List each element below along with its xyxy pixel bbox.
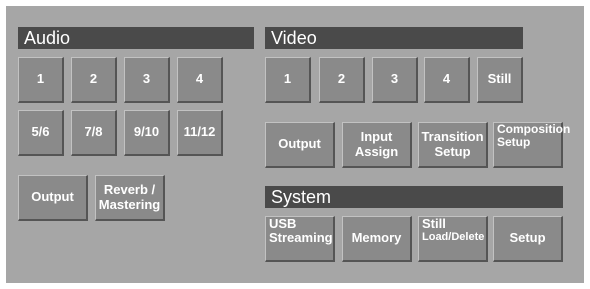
system-title: System <box>271 187 332 207</box>
memory-button[interactable]: Memory <box>342 216 412 262</box>
video-output-button[interactable]: Output <box>265 122 335 168</box>
video-input-3-button[interactable]: 3 <box>372 57 418 103</box>
audio-channel-1-button[interactable]: 1 <box>18 57 64 103</box>
composition-setup-button[interactable]: Composition Setup <box>493 122 570 168</box>
audio-title: Audio <box>24 28 71 48</box>
still-load-delete-button[interactable]: Still Load/Delete <box>418 216 488 262</box>
audio-channel-2-button[interactable]: 2 <box>71 57 117 103</box>
video-still-button[interactable]: Still <box>477 57 523 103</box>
video-title: Video <box>271 28 317 48</box>
audio-channel-9-10-button[interactable]: 9/10 <box>124 110 170 156</box>
video-input-1-button[interactable]: 1 <box>265 57 311 103</box>
audio-channel-4-button[interactable]: 4 <box>177 57 223 103</box>
audio-output-button[interactable]: Output <box>18 175 88 221</box>
audio-channel-5-6-button[interactable]: 5/6 <box>18 110 64 156</box>
video-input-2-button[interactable]: 2 <box>319 57 365 103</box>
audio-channel-11-12-button[interactable]: 11/12 <box>177 110 223 156</box>
system-setup-button[interactable]: Setup <box>493 216 563 262</box>
audio-channel-7-8-button[interactable]: 7/8 <box>71 110 117 156</box>
reverb-mastering-button[interactable]: Reverb / Mastering <box>95 175 165 221</box>
video-header: Video <box>265 27 523 49</box>
input-assign-button[interactable]: Input Assign <box>342 122 412 168</box>
video-input-4-button[interactable]: 4 <box>424 57 470 103</box>
audio-channel-3-button[interactable]: 3 <box>124 57 170 103</box>
usb-streaming-button[interactable]: USB Streaming <box>265 216 335 262</box>
control-panel: Audio 1 2 3 4 5/6 7/8 9/10 11/12 Output … <box>6 6 584 283</box>
audio-header: Audio <box>18 27 254 49</box>
system-header: System <box>265 186 563 208</box>
transition-setup-button[interactable]: Transition Setup <box>418 122 488 168</box>
